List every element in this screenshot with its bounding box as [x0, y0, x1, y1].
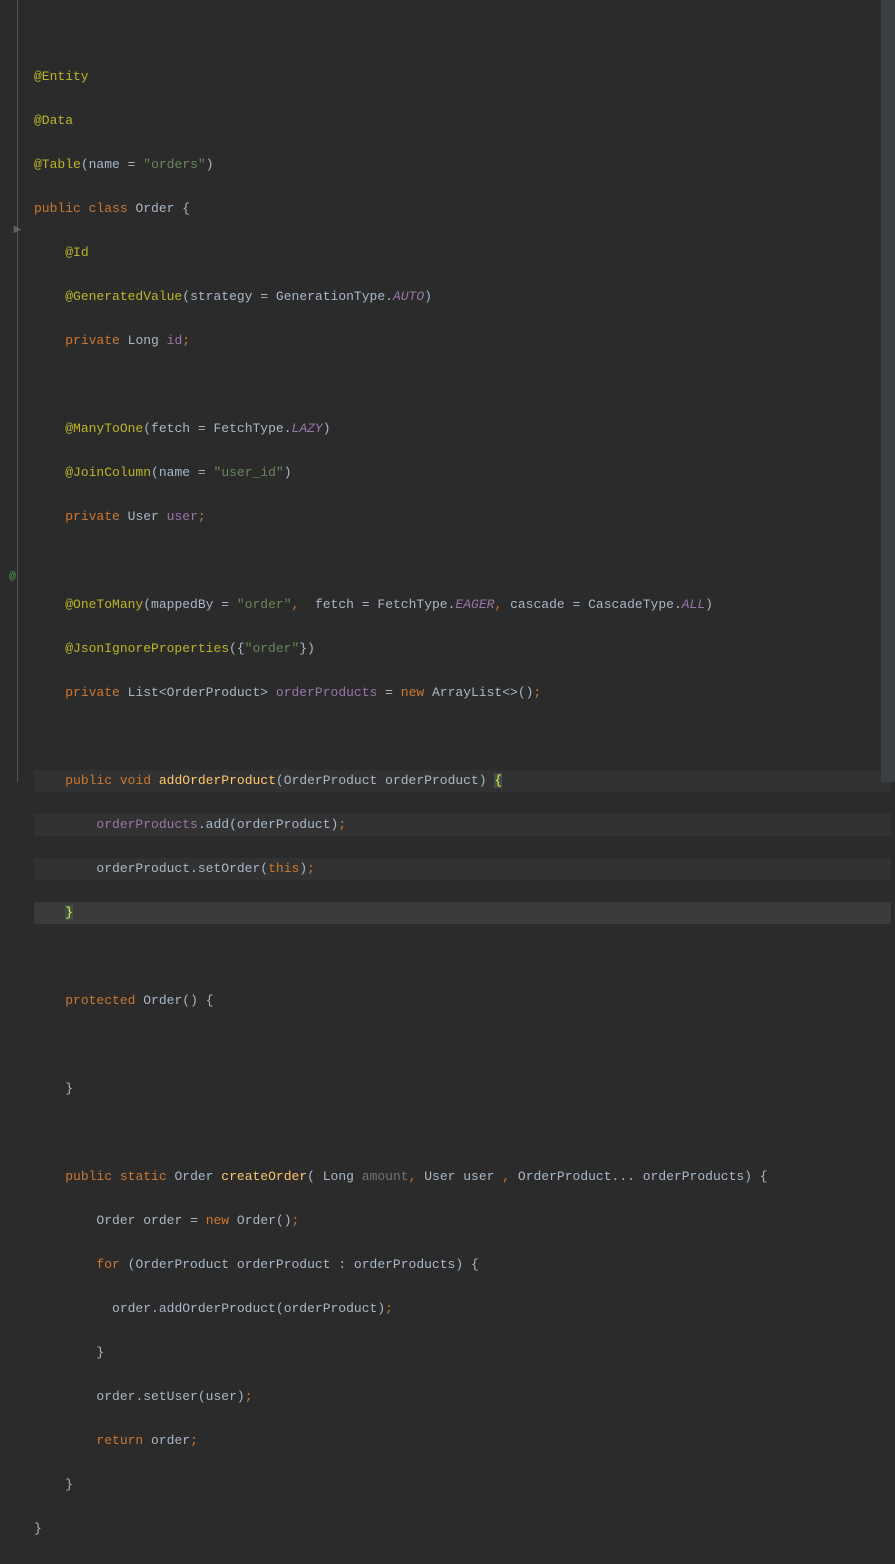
code-line: public void addOrderProduct(OrderProduct… — [34, 770, 891, 792]
code-line: return order; — [34, 1430, 891, 1452]
code-line: @GeneratedValue(strategy = GenerationTyp… — [34, 286, 891, 308]
code-line — [34, 1122, 891, 1144]
code-line: } — [34, 1078, 891, 1100]
code-line — [34, 22, 891, 44]
code-line: } — [34, 1518, 891, 1540]
code-line: order.setUser(user); — [34, 1386, 891, 1408]
gutter-fold-icon[interactable]: ▶ — [6, 220, 29, 242]
code-line: private User user; — [34, 506, 891, 528]
code-line — [34, 726, 891, 748]
code-line: protected Order() { — [34, 990, 891, 1012]
code-line: order.addOrderProduct(orderProduct); — [34, 1298, 891, 1320]
scrollbar-vertical[interactable] — [881, 0, 895, 782]
code-line: @JsonIgnoreProperties({"order"}) — [34, 638, 891, 660]
code-line: orderProduct.setOrder(this); — [34, 858, 891, 880]
code-line: public class Order { — [34, 198, 891, 220]
code-line: orderProducts.add(orderProduct); — [34, 814, 891, 836]
code-line: } — [34, 1342, 891, 1364]
code-line: @OneToMany(mappedBy = "order", fetch = F… — [34, 594, 891, 616]
code-line: private List<OrderProduct> orderProducts… — [34, 682, 891, 704]
code-line: @Entity — [34, 66, 891, 88]
code-area[interactable]: @Entity @Data @Table(name = "orders") pu… — [30, 0, 895, 782]
code-line: @ManyToOne(fetch = FetchType.LAZY) — [34, 418, 891, 440]
vcs-marker: @ — [0, 566, 29, 588]
code-line — [34, 1034, 891, 1056]
code-line: private Long id; — [34, 330, 891, 352]
code-line — [34, 550, 891, 572]
code-line: } — [34, 1474, 891, 1496]
code-line: public static Order createOrder( Long am… — [34, 1166, 891, 1188]
gutter: ▶ @ — [0, 0, 30, 782]
code-line — [34, 374, 891, 396]
code-line — [34, 946, 891, 968]
code-line-cursor: } — [34, 902, 891, 924]
code-line: for (OrderProduct orderProduct : orderPr… — [34, 1254, 891, 1276]
code-line: @Data — [34, 110, 891, 132]
code-line: @Table(name = "orders") — [34, 154, 891, 176]
code-line: @JoinColumn(name = "user_id") — [34, 462, 891, 484]
code-editor[interactable]: ▶ @ @Entity @Data @Table(name = "orders"… — [0, 0, 895, 782]
code-line: @Id — [34, 242, 891, 264]
code-line: Order order = new Order(); — [34, 1210, 891, 1232]
